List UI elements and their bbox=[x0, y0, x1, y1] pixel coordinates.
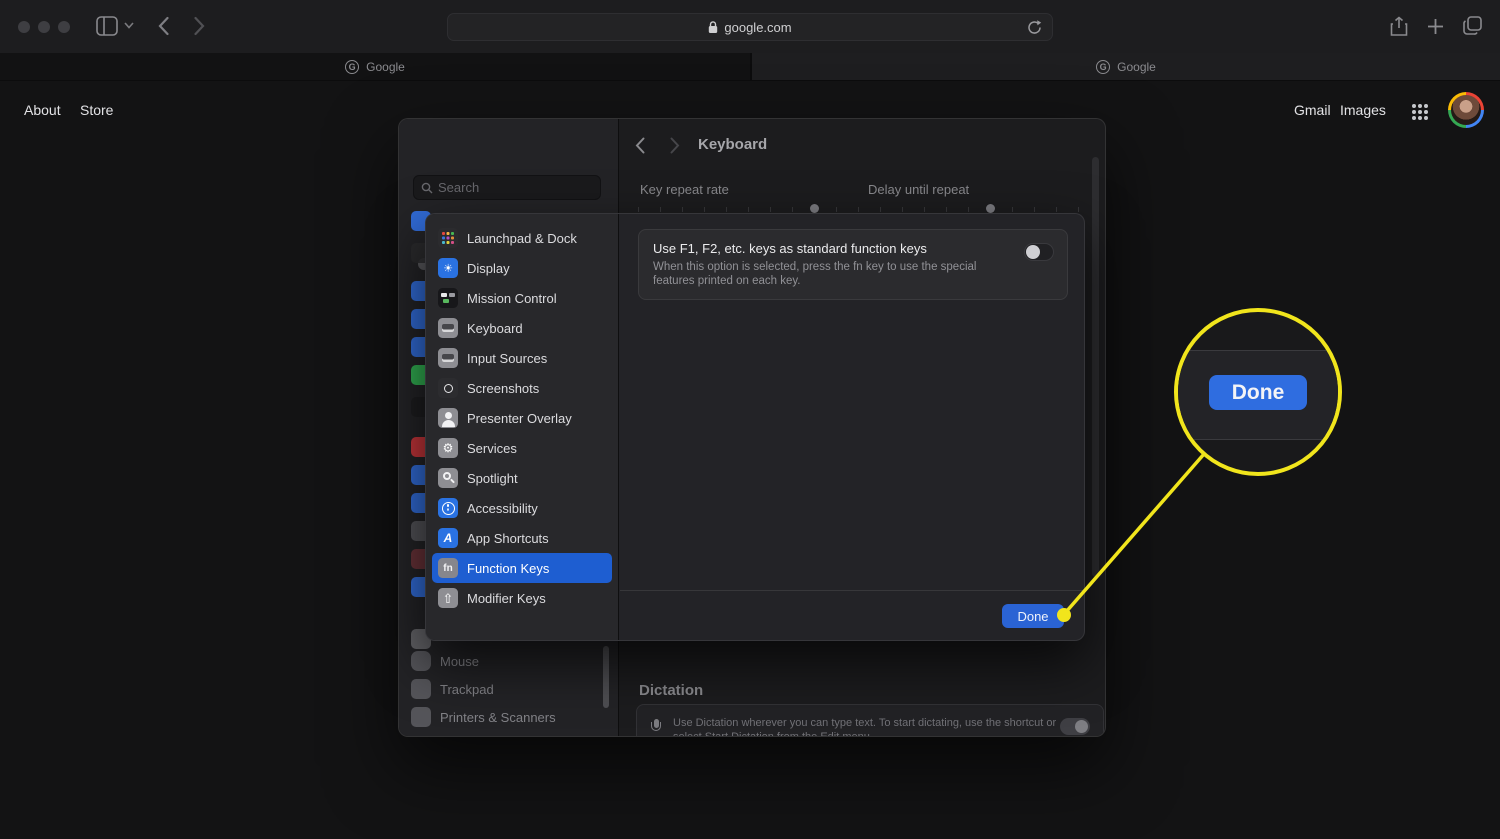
sheet-footer-divider bbox=[620, 590, 1085, 591]
lock-icon bbox=[708, 21, 718, 34]
google-favicon: G bbox=[345, 60, 359, 74]
modifier-keys-icon: ⇧ bbox=[438, 588, 458, 608]
zoom-window-button[interactable] bbox=[58, 21, 70, 33]
slider-ticks bbox=[638, 207, 1090, 212]
content-scrollbar[interactable] bbox=[1092, 157, 1099, 577]
list-item-app-shortcuts[interactable]: A App Shortcuts bbox=[432, 523, 612, 553]
delay-slider-knob[interactable] bbox=[986, 204, 995, 213]
list-item-spotlight[interactable]: Spotlight bbox=[432, 463, 612, 493]
input-sources-icon bbox=[438, 348, 458, 368]
google-nav-store[interactable]: Store bbox=[80, 102, 113, 118]
function-keys-toggle[interactable] bbox=[1024, 243, 1054, 261]
display-icon: ☀ bbox=[438, 258, 458, 278]
dictation-group: Use Dictation wherever you can type text… bbox=[636, 704, 1104, 737]
app-shortcuts-icon: A bbox=[438, 528, 458, 548]
google-nav-about[interactable]: About bbox=[24, 102, 61, 118]
function-keys-icon: fn bbox=[438, 558, 458, 578]
close-window-button[interactable] bbox=[18, 21, 30, 33]
dictation-description: Use Dictation wherever you can type text… bbox=[673, 716, 1065, 737]
keyboard-icon bbox=[438, 318, 458, 338]
keyboard-shortcuts-sheet: Launchpad & Dock ☀ Display Mission Contr… bbox=[425, 213, 1085, 641]
google-favicon: G bbox=[1096, 60, 1110, 74]
chevron-down-icon[interactable] bbox=[124, 22, 134, 29]
settings-search-field[interactable] bbox=[413, 175, 601, 200]
settings-forward-button[interactable] bbox=[670, 137, 680, 154]
shortcut-category-list: Launchpad & Dock ☀ Display Mission Contr… bbox=[426, 214, 619, 640]
new-tab-icon[interactable] bbox=[1427, 18, 1444, 35]
sidebar-item-trackpad[interactable]: Trackpad bbox=[411, 679, 494, 699]
mission-control-icon bbox=[438, 288, 458, 308]
function-keys-option-group: Use F1, F2, etc. keys as standard functi… bbox=[638, 229, 1068, 300]
microphone-icon bbox=[651, 719, 661, 735]
url-text: google.com bbox=[724, 20, 791, 35]
list-item-launchpad-dock[interactable]: Launchpad & Dock bbox=[432, 223, 612, 253]
list-item-screenshots[interactable]: Screenshots bbox=[432, 373, 612, 403]
spotlight-icon bbox=[438, 468, 458, 488]
browser-toolbar: google.com bbox=[0, 0, 1500, 53]
list-item-keyboard[interactable]: Keyboard bbox=[432, 313, 612, 343]
tab-label: Google bbox=[366, 60, 405, 74]
magnified-done-button: Done bbox=[1209, 375, 1307, 410]
avatar-photo bbox=[1451, 95, 1481, 125]
list-item-mission-control[interactable]: Mission Control bbox=[432, 283, 612, 313]
printer-icon bbox=[411, 707, 431, 727]
tab-bar: G Google G Google bbox=[0, 53, 1500, 81]
address-bar[interactable]: google.com bbox=[447, 13, 1053, 41]
list-item-modifier-keys[interactable]: ⇧ Modifier Keys bbox=[432, 583, 612, 613]
accessibility-icon bbox=[438, 498, 458, 518]
minimize-window-button[interactable] bbox=[38, 21, 50, 33]
search-input[interactable] bbox=[438, 180, 588, 195]
dictation-toggle[interactable] bbox=[1060, 718, 1090, 735]
tab-google-active[interactable]: G Google bbox=[0, 53, 750, 80]
settings-back-button[interactable] bbox=[635, 137, 645, 154]
share-icon[interactable] bbox=[1390, 16, 1408, 37]
presenter-overlay-icon bbox=[438, 408, 458, 428]
screen: google.com G Google G Google About Store… bbox=[0, 0, 1500, 839]
back-button[interactable] bbox=[158, 16, 169, 36]
reload-icon[interactable] bbox=[1027, 19, 1042, 36]
list-item-input-sources[interactable]: Input Sources bbox=[432, 343, 612, 373]
key-repeat-slider-knob[interactable] bbox=[810, 204, 819, 213]
option-title: Use F1, F2, etc. keys as standard functi… bbox=[653, 241, 1053, 256]
sidebar-scrollbar[interactable] bbox=[603, 646, 609, 708]
dictation-heading: Dictation bbox=[639, 682, 703, 699]
list-item-display[interactable]: ☀ Display bbox=[432, 253, 612, 283]
tab-overview-icon[interactable] bbox=[1463, 16, 1482, 35]
google-nav-images[interactable]: Images bbox=[1340, 102, 1386, 118]
key-repeat-rate-label: Key repeat rate bbox=[640, 182, 729, 197]
option-description: When this option is selected, press the … bbox=[653, 260, 1013, 288]
function-keys-panel: Use F1, F2, etc. keys as standard functi… bbox=[620, 214, 1085, 640]
tab-label: Google bbox=[1117, 60, 1156, 74]
tab-google-background[interactable]: G Google bbox=[752, 53, 1500, 80]
forward-button[interactable] bbox=[194, 16, 205, 36]
google-nav-gmail[interactable]: Gmail bbox=[1294, 102, 1331, 118]
callout-magnifier: Done bbox=[1174, 308, 1342, 476]
google-apps-grid-icon[interactable] bbox=[1411, 103, 1429, 121]
list-item-accessibility[interactable]: Accessibility bbox=[432, 493, 612, 523]
trackpad-icon bbox=[411, 679, 431, 699]
list-item-services[interactable]: ⚙ Services bbox=[432, 433, 612, 463]
list-item-function-keys-selected[interactable]: fn Function Keys bbox=[432, 553, 612, 583]
done-button[interactable]: Done bbox=[1002, 604, 1064, 628]
sidebar-toggle-icon[interactable] bbox=[96, 16, 118, 36]
screenshots-icon bbox=[438, 378, 458, 398]
sidebar-item-mouse[interactable]: Mouse bbox=[411, 651, 479, 671]
delay-until-repeat-label: Delay until repeat bbox=[868, 182, 969, 197]
sidebar-item-printers-scanners[interactable]: Printers & Scanners bbox=[411, 707, 556, 727]
launchpad-icon bbox=[438, 228, 458, 248]
mouse-icon bbox=[411, 651, 431, 671]
search-icon bbox=[421, 182, 433, 194]
page-title: Keyboard bbox=[698, 136, 767, 153]
account-avatar[interactable] bbox=[1448, 92, 1484, 128]
services-icon: ⚙ bbox=[438, 438, 458, 458]
list-item-presenter-overlay[interactable]: Presenter Overlay bbox=[432, 403, 612, 433]
